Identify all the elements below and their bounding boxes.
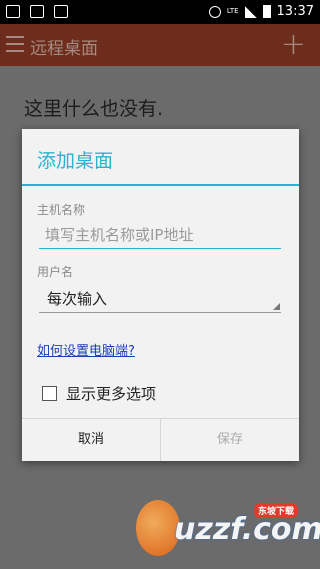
status-bar: LTE 13:37 <box>0 0 320 24</box>
app-bar: 远程桌面 + <box>0 24 320 66</box>
notification-icons <box>6 5 68 18</box>
app-title: 远程桌面 <box>30 39 98 59</box>
add-desktop-dialog: 添加桌面 主机名称 用户名 每次输入 如何设置电脑端? 显示更多选项 取消 保存 <box>22 129 299 461</box>
dialog-title: 添加桌面 <box>37 150 114 172</box>
network-type: LTE <box>226 7 239 15</box>
phone-notification-icon <box>6 5 20 18</box>
menu-icon[interactable] <box>6 36 24 52</box>
more-options-label: 显示更多选项 <box>66 385 157 403</box>
watermark-badge: 东坡下载 <box>254 503 299 518</box>
battery-icon <box>262 5 271 18</box>
plus-icon[interactable]: + <box>281 30 306 60</box>
username-label: 用户名 <box>37 265 74 279</box>
host-name-label: 主机名称 <box>37 203 86 217</box>
app-notification-icon <box>54 5 68 18</box>
cancel-button[interactable]: 取消 <box>22 419 160 461</box>
image-notification-icon <box>30 5 44 18</box>
username-select[interactable]: 每次输入 <box>39 285 281 313</box>
username-selected-value: 每次输入 <box>47 290 108 308</box>
setup-help-link[interactable]: 如何设置电脑端? <box>37 340 135 359</box>
dialog-title-divider <box>22 184 299 186</box>
more-options-row[interactable]: 显示更多选项 <box>42 383 156 404</box>
host-name-input[interactable] <box>39 221 281 249</box>
watermark-text: uzzf.com <box>174 512 320 547</box>
dropdown-corner-icon <box>273 303 280 310</box>
dialog-button-bar: 取消 保存 <box>22 418 299 461</box>
save-button[interactable]: 保存 <box>161 419 299 461</box>
empty-state-text: 这里什么也没有. <box>24 98 164 120</box>
signal-icon <box>244 5 257 18</box>
site-watermark: uzzf.com 东坡下载 <box>136 500 320 562</box>
system-icons: LTE 13:37 <box>208 4 314 19</box>
more-options-checkbox[interactable] <box>42 386 57 401</box>
alarm-icon <box>208 5 221 18</box>
status-time: 13:37 <box>276 4 314 19</box>
